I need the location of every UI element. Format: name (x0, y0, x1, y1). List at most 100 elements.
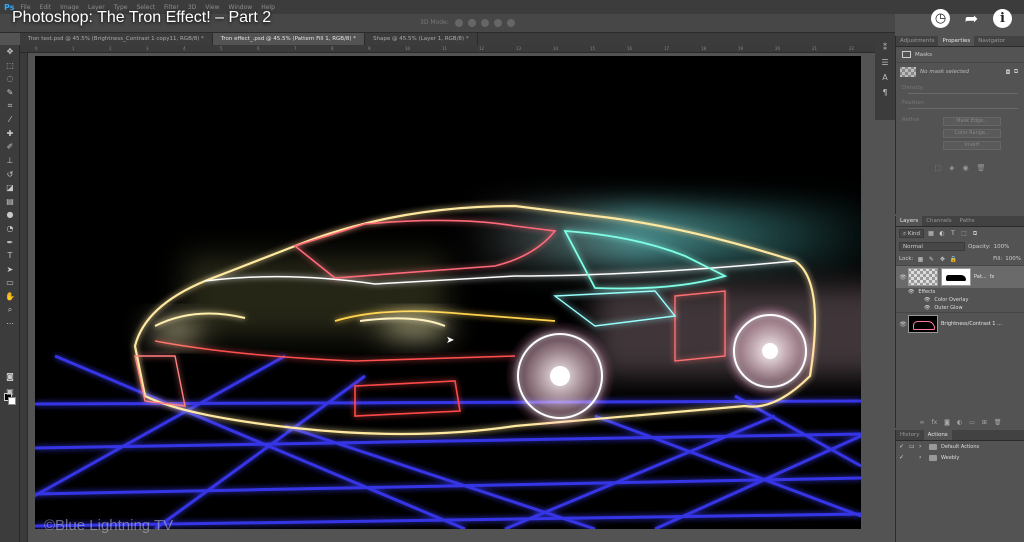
eraser-tool-icon[interactable]: ◪ (0, 181, 20, 195)
doc-tab-shape[interactable]: Shape @ 45.5% (Layer 1, RGB/8) * (365, 33, 478, 45)
feather-slider[interactable] (908, 108, 1018, 109)
color-range-button[interactable]: Color Range... (943, 129, 1002, 138)
document-canvas[interactable] (35, 56, 861, 529)
tools-panel: ✥ ⬚ ◌ ✎ ⌗ ⁄ ✚ ✐ ⊥ ↺ ◪ ▤ ● ◔ ✒ T ➤ ▭ ✋ ⌕ … (0, 45, 20, 542)
color-overlay-eye-icon[interactable]: 👁 (924, 297, 930, 303)
check-icon[interactable]: ✓ (899, 454, 905, 461)
delete-layer-icon[interactable]: 🗑 (994, 419, 1002, 426)
mask-edge-button[interactable]: Mask Edge... (943, 117, 1002, 126)
delete-mask-icon[interactable]: 🗑 (977, 164, 986, 172)
action-set-weebly[interactable]: ✓ › Weebly (896, 452, 1024, 463)
visibility-eye-icon[interactable]: 👁 (898, 274, 908, 281)
add-mask-icon[interactable]: ◙ (944, 419, 950, 426)
share-icon[interactable]: ➦ (962, 9, 981, 28)
vector-mask-icon[interactable]: ⧉ (1012, 68, 1020, 76)
quick-select-tool-icon[interactable]: ✎ (0, 86, 20, 100)
action-set-default[interactable]: ✓ ▭ › Default Actions (896, 441, 1024, 452)
type-filter-icon[interactable]: T (949, 230, 957, 238)
lasso-tool-icon[interactable]: ◌ (0, 72, 20, 86)
move-tool-icon[interactable]: ✥ (0, 45, 20, 59)
expand-chevron-icon[interactable]: › (919, 454, 925, 461)
tab-channels[interactable]: Channels (922, 216, 955, 226)
effects-row[interactable]: 👁 Effects (896, 288, 1024, 296)
more-tools-icon[interactable]: ⋯ (0, 317, 20, 331)
type-tool-icon[interactable]: T (0, 249, 20, 263)
doc-tab-tron-effect[interactable]: Tron effect_.psd @ 45.5% (Pattern Fill 1… (212, 33, 366, 45)
effects-eye-icon[interactable]: 👁 (908, 289, 914, 295)
tab-layers[interactable]: Layers (896, 216, 923, 226)
lock-all-icon[interactable]: 🔒 (949, 255, 957, 263)
clock-icon[interactable]: ◷ (931, 9, 950, 28)
character-icon[interactable]: A (875, 70, 895, 85)
path-select-tool-icon[interactable]: ➤ (0, 263, 20, 277)
density-slider[interactable] (908, 93, 1018, 94)
check-icon[interactable]: ✓ (899, 443, 905, 450)
lock-pixels-icon[interactable]: ✎ (927, 255, 935, 263)
visibility-eye-icon[interactable]: 👁 (898, 321, 908, 328)
load-selection-icon[interactable]: ⬚ (934, 164, 941, 172)
marquee-tool-icon[interactable]: ⬚ (0, 59, 20, 73)
lock-transparent-icon[interactable]: ▦ (916, 255, 924, 263)
brush-tool-icon[interactable]: ✐ (0, 140, 20, 154)
zoom-tool-icon[interactable]: ⌕ (0, 303, 20, 317)
smart-object-filter-icon[interactable]: ⧉ (971, 230, 979, 238)
paragraph-icon[interactable]: ¶ (875, 85, 895, 100)
info-icon[interactable]: i (993, 9, 1012, 28)
roll-3d-icon[interactable] (468, 19, 476, 27)
shape-tool-icon[interactable]: ▭ (0, 276, 20, 290)
layer-pattern-fill[interactable]: 👁 Pat... fx (896, 265, 1024, 288)
eyedropper-tool-icon[interactable]: ⁄ (0, 113, 20, 127)
pixel-filter-icon[interactable]: ▦ (927, 230, 935, 238)
new-layer-icon[interactable]: ⊞ (982, 419, 987, 426)
toggle-mask-icon[interactable]: ◉ (963, 164, 969, 172)
slide-3d-icon[interactable] (494, 19, 502, 27)
link-layers-icon[interactable]: ∞ (919, 419, 924, 426)
sliders-icon[interactable]: ☰ (875, 55, 895, 70)
quick-mask-icon[interactable]: ◙ (0, 370, 20, 384)
effect-outer-glow[interactable]: 👁 Outer Glow (896, 304, 1024, 312)
rotate-3d-icon[interactable] (455, 19, 463, 27)
screen-mode-icon[interactable]: ▣ (0, 385, 20, 399)
layer-brightness-contrast[interactable]: 👁 Brightness/Contrast 1 ... (896, 312, 1024, 335)
outer-glow-eye-icon[interactable]: 👁 (924, 305, 930, 311)
new-group-icon[interactable]: ▭ (969, 419, 975, 426)
apply-mask-icon[interactable]: ◈ (949, 164, 954, 172)
lock-position-icon[interactable]: ✥ (938, 255, 946, 263)
add-style-icon[interactable]: fx (931, 419, 937, 426)
pixel-mask-icon[interactable]: ◘ (1004, 68, 1012, 76)
scale-3d-icon[interactable] (507, 19, 515, 27)
tab-properties[interactable]: Properties (938, 36, 975, 46)
feather-label: Feather: (902, 100, 925, 106)
kind-filter-select[interactable]: ⌕ Kind (899, 229, 924, 238)
history-brush-icon[interactable]: ↺ (0, 167, 20, 181)
video-controls: ◷ ➦ i (931, 9, 1012, 28)
healing-tool-icon[interactable]: ✚ (0, 127, 20, 141)
fx-icon[interactable]: fx (990, 274, 995, 280)
brush-settings-icon[interactable]: ⁑ (875, 40, 895, 55)
tab-actions[interactable]: Actions (923, 430, 952, 440)
shape-filter-icon[interactable]: ⬚ (960, 230, 968, 238)
tab-history[interactable]: History (896, 430, 924, 440)
blur-tool-icon[interactable]: ● (0, 208, 20, 222)
dodge-tool-icon[interactable]: ◔ (0, 222, 20, 236)
expand-chevron-icon[interactable]: › (919, 443, 925, 450)
tab-navigator[interactable]: Navigator (974, 36, 1009, 46)
new-adjustment-icon[interactable]: ◐ (957, 419, 962, 426)
pen-tool-icon[interactable]: ✒ (0, 235, 20, 249)
dialog-toggle-icon[interactable]: ▭ (909, 443, 915, 450)
stamp-tool-icon[interactable]: ⊥ (0, 154, 20, 168)
hand-tool-icon[interactable]: ✋ (0, 290, 20, 304)
doc-tab-tron-test[interactable]: Tron test.psd @ 45.5% (Brightness_Contra… (20, 33, 213, 45)
layer-mask-thumbnail[interactable] (941, 268, 971, 286)
tab-adjustments[interactable]: Adjustments (896, 36, 938, 46)
effect-color-overlay[interactable]: 👁 Color Overlay (896, 296, 1024, 304)
crop-tool-icon[interactable]: ⌗ (0, 99, 20, 113)
gradient-tool-icon[interactable]: ▤ (0, 195, 20, 209)
adjustment-filter-icon[interactable]: ◐ (938, 230, 946, 238)
fill-value[interactable]: 100% (1005, 256, 1021, 262)
invert-button[interactable]: Invert (943, 141, 1002, 150)
blend-mode-select[interactable]: Normal (899, 242, 965, 251)
opacity-value[interactable]: 100% (994, 244, 1010, 250)
tab-paths[interactable]: Paths (956, 216, 979, 226)
pan-3d-icon[interactable] (481, 19, 489, 27)
